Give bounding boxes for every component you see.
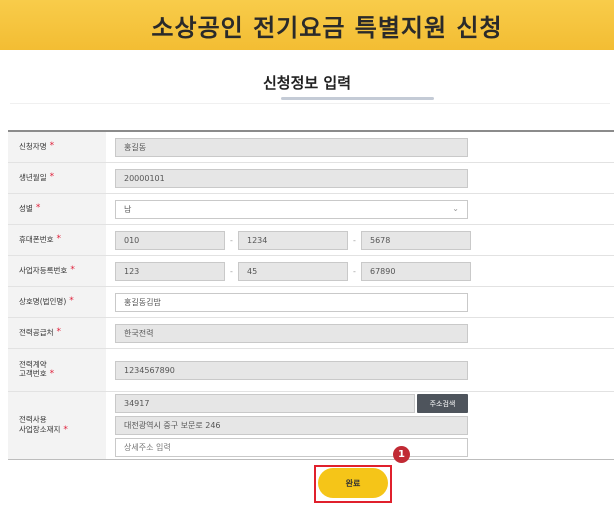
detail-address-input[interactable]: 상세주소 입력 (115, 438, 468, 457)
required-mark: * (56, 234, 62, 245)
row-gender: 성별 * 남 ⌄ (8, 194, 614, 225)
phone-part3-field[interactable]: 5678 (361, 230, 471, 250)
dash-separator: - (353, 235, 356, 245)
divider (10, 103, 610, 104)
address-search-button[interactable]: 주소검색 (417, 394, 468, 413)
contract-number-label: 전력계약 고객번호 * (8, 349, 106, 391)
step-marker-badge: 1 (393, 446, 410, 463)
gender-select[interactable]: 남 ⌄ (115, 199, 468, 219)
dash-separator: - (230, 266, 233, 276)
dash-separator: - (230, 235, 233, 245)
required-mark: * (49, 141, 55, 152)
required-mark: * (70, 265, 75, 276)
power-supplier-label: 전력공급처 * (8, 318, 106, 348)
required-mark: * (35, 203, 41, 214)
application-form: 신청자명 * 홍길동 생년월일 * 20000101 성별 * 남 ⌄ 휴대폰번호 * … (8, 130, 614, 460)
birthdate-label: 생년월일 * (8, 163, 106, 193)
phone-part1-field[interactable]: 010 (115, 230, 225, 250)
zipcode-field[interactable]: 34917 (115, 394, 415, 413)
required-mark: * (49, 172, 55, 183)
required-mark: * (49, 369, 55, 380)
section-title-underline (281, 97, 434, 100)
required-mark: * (69, 296, 74, 307)
phone-part2-field[interactable]: 1234 (238, 230, 348, 250)
phone-label: 휴대폰번호 * (8, 225, 106, 255)
submit-button[interactable]: 완료 (318, 468, 388, 498)
row-birthdate: 생년월일 * 20000101 (8, 163, 614, 194)
power-supplier-field[interactable]: 한국전력 (115, 323, 468, 343)
section-title: 신청정보 입력 (262, 74, 352, 92)
company-name-label: 상호명(법인명) * (8, 287, 106, 317)
header-banner: 소상공인 전기요금 특별지원 신청 (0, 0, 614, 50)
required-mark: * (63, 424, 68, 435)
applicant-name-label: 신청자명 * (8, 132, 106, 162)
business-number-part2-field[interactable]: 45 (238, 261, 348, 281)
gender-label: 성별 * (8, 194, 106, 224)
applicant-name-field[interactable]: 홍길동 (115, 137, 468, 157)
page-title: 소상공인 전기요금 특별지원 신청 (151, 13, 503, 42)
dash-separator: - (353, 266, 356, 276)
street-address-field[interactable]: 대전광역시 중구 보문로 246 (115, 416, 468, 435)
gender-selected-value: 남 (124, 204, 132, 214)
business-number-part3-field[interactable]: 67890 (361, 261, 471, 281)
row-phone: 휴대폰번호 * 010 - 1234 - 5678 (8, 225, 614, 256)
business-number-part1-field[interactable]: 123 (115, 261, 225, 281)
contract-number-field[interactable]: 1234567890 (115, 360, 468, 380)
row-company-name: 상호명(법인명) * 홍길동김밥 (8, 287, 614, 318)
chevron-down-icon: ⌄ (452, 203, 459, 213)
address-label: 전력사용 사업장소재지 * (8, 392, 106, 459)
row-contract-number: 전력계약 고객번호 * 1234567890 (8, 349, 614, 392)
row-power-supplier: 전력공급처 * 한국전력 (8, 318, 614, 349)
row-address: 전력사용 사업장소재지 * 34917 주소검색 대전광역시 중구 보문로 246… (8, 392, 614, 460)
business-number-label: 사업자등록번호 * (8, 256, 106, 286)
row-applicant-name: 신청자명 * 홍길동 (8, 132, 614, 163)
birthdate-field[interactable]: 20000101 (115, 168, 468, 188)
row-business-number: 사업자등록번호 * 123 - 45 - 67890 (8, 256, 614, 287)
company-name-field[interactable]: 홍길동김밥 (115, 292, 468, 312)
required-mark: * (56, 327, 62, 338)
